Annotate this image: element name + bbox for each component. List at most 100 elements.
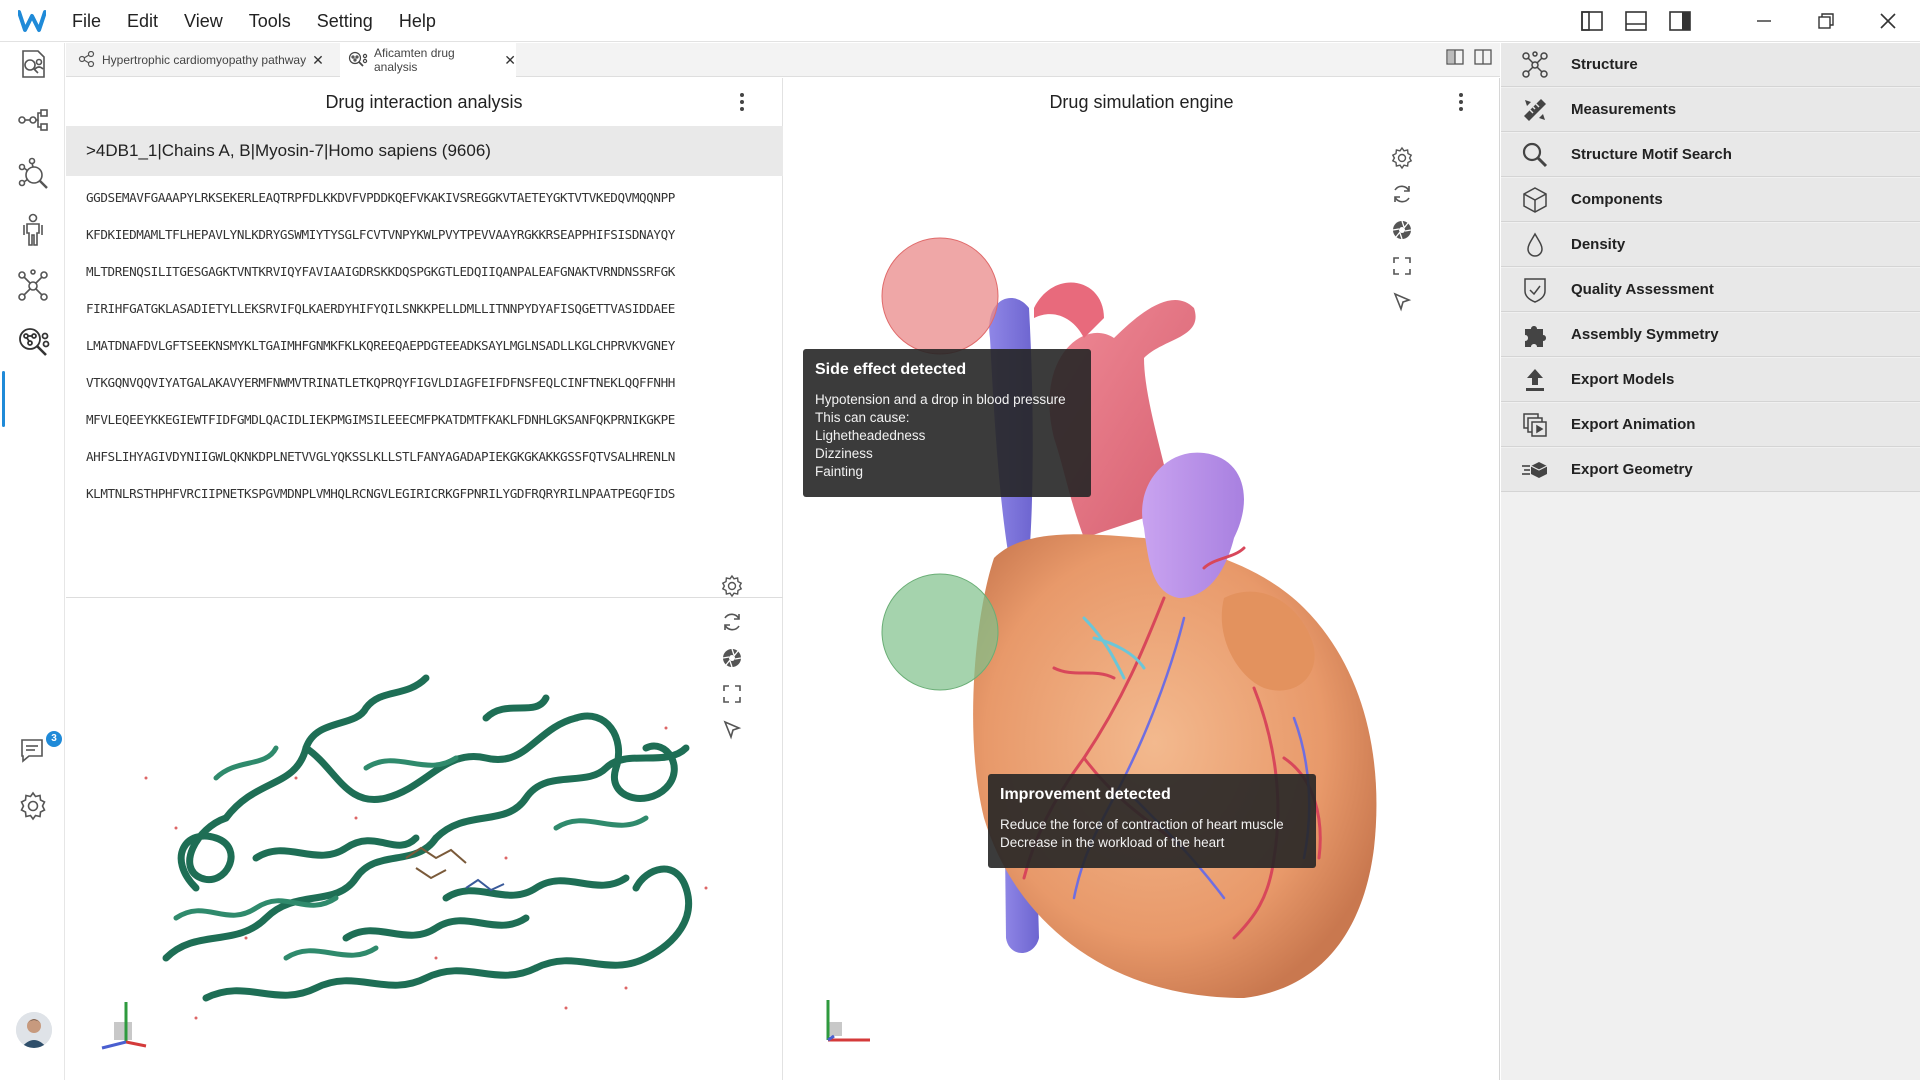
structure-label: Structure <box>1571 56 1638 73</box>
sequence-line: GGDSEMAVFGAAAPYLRKSEKERLEAQTRPFDLKKDVFVP… <box>86 190 675 205</box>
measurements-item[interactable]: Measurements <box>1501 88 1920 132</box>
menu-view[interactable]: View <box>184 11 223 32</box>
protein-3d-view[interactable] <box>106 658 746 1038</box>
human-body-icon[interactable] <box>12 209 54 251</box>
molecule-search-icon[interactable] <box>12 153 54 195</box>
more-options-icon[interactable] <box>730 90 754 114</box>
tooltip-title: Improvement detected <box>1000 786 1171 803</box>
sequence-line: MLTDRENQSILITGESGAGKTVNTKRVIQYFAVIAAIGDR… <box>86 264 675 279</box>
measurements-icon <box>1519 96 1551 124</box>
view-layout-buttons <box>1436 49 1492 70</box>
sequence-line: KFDKIEDMAMLTFLHEPAVLYNLKDRYGSWMIYTYSGLFC… <box>86 227 675 242</box>
chat-icon[interactable]: 3 <box>12 729 62 771</box>
rotate-icon[interactable] <box>1390 176 1414 212</box>
more-options-icon[interactable] <box>1449 90 1473 114</box>
structure-icon <box>1519 50 1551 79</box>
tools-panel: Structure Measurements Structure Motif S… <box>1501 43 1920 1080</box>
close-icon[interactable] <box>1870 3 1906 39</box>
tooltip-line: Lighetheadedness <box>815 428 926 443</box>
sequence-line: KLMTNLRSTHPHFVRCIIPNETKSPGVMDNPLVMHQLRCN… <box>86 486 675 501</box>
toggle-left-panel-icon[interactable] <box>1574 3 1610 39</box>
search-icon <box>1519 141 1551 169</box>
export-geometry-item[interactable]: Export Geometry <box>1501 448 1920 492</box>
tab-drug-analysis[interactable]: Aficamten drug analysis ✕ <box>340 43 516 77</box>
tooltip-line: Fainting <box>815 464 864 479</box>
avatar[interactable] <box>16 1012 52 1048</box>
settings-gear-icon[interactable] <box>12 785 54 827</box>
export-animation-label: Export Animation <box>1571 416 1696 433</box>
tab-label: Aficamten drug analysis <box>374 46 455 74</box>
structure-motif-search-item[interactable]: Structure Motif Search <box>1501 133 1920 177</box>
puzzle-icon <box>1519 321 1551 349</box>
structure-motif-search-label: Structure Motif Search <box>1571 146 1732 163</box>
gear-icon[interactable] <box>1390 140 1414 176</box>
export-models-item[interactable]: Export Models <box>1501 358 1920 402</box>
sequence-line: AHFSLIHYAGIVDYNIIGWLQKNKDPLNETVVGLYQKSSL… <box>86 449 675 464</box>
tooltip-line: Dizziness <box>815 446 873 461</box>
menu-tools[interactable]: Tools <box>249 11 291 32</box>
quality-assessment-item[interactable]: Quality Assessment <box>1501 268 1920 312</box>
restore-icon[interactable] <box>1808 3 1844 39</box>
tab-label: Hypertrophic cardiomyopathy pathway <box>102 53 307 67</box>
split-view-icon[interactable] <box>1474 49 1492 70</box>
axes-gizmo <box>96 998 160 1062</box>
assembly-symmetry-label: Assembly Symmetry <box>1571 326 1719 343</box>
quality-assessment-label: Quality Assessment <box>1571 281 1714 298</box>
menu-edit[interactable]: Edit <box>127 11 158 32</box>
sequence-line: MFVLEQEEYKKEGIEWTFIDFGMDLQACIDLIEKPMGIMS… <box>86 412 675 427</box>
menu-file[interactable]: File <box>72 11 101 32</box>
cube-icon <box>1519 186 1551 214</box>
export-animation-item[interactable]: Export Animation <box>1501 403 1920 447</box>
sequence-line: VTKGQNVQQVIYATGALAKAVYERMFNWMVTRINATLETK… <box>86 375 675 390</box>
icon-rail: 3 <box>0 43 65 1080</box>
fullscreen-icon[interactable] <box>1390 248 1414 284</box>
measurements-label: Measurements <box>1571 101 1677 118</box>
heart-3d-view[interactable] <box>784 198 1500 1058</box>
components-label: Components <box>1571 191 1663 208</box>
sequence-line: LMATDNAFDVLGFTSEEKNSMYKLTGAIMHFGNMKFKLKQ… <box>86 338 675 353</box>
toggle-right-panel-icon[interactable] <box>1662 3 1698 39</box>
active-indicator <box>2 371 5 427</box>
drug-simulation-panel: Drug simulation engine Side effect detec… <box>784 78 1500 1080</box>
close-tab-icon[interactable]: ✕ <box>312 52 324 69</box>
improvement-tooltip: Improvement detected Reduce the force of… <box>988 774 1316 868</box>
sequence-view[interactable]: GGDSEMAVFGAAAPYLRKSEKERLEAQTRPFDLKKDVFVP… <box>66 176 783 598</box>
network-icon[interactable] <box>12 265 54 307</box>
sequence-line: FIRIHFGATGKLASADIETYLLEKSRVIFQLKAERDYHIF… <box>86 301 675 316</box>
tab-pathway[interactable]: Hypertrophic cardiomyopathy pathway ✕ <box>78 43 340 77</box>
droplet-icon <box>1519 231 1551 259</box>
density-item[interactable]: Density <box>1501 223 1920 267</box>
tooltip-line: This can cause: <box>815 410 910 425</box>
close-tab-icon[interactable]: ✕ <box>504 52 516 69</box>
menu-help[interactable]: Help <box>399 11 436 32</box>
geometry-icon <box>1519 456 1551 484</box>
pathway-icon <box>78 50 96 70</box>
search-profile-icon[interactable] <box>12 43 54 85</box>
animation-icon <box>1519 411 1551 439</box>
upload-icon <box>1519 366 1551 394</box>
panel-title: Drug simulation engine <box>1049 92 1234 112</box>
export-geometry-label: Export Geometry <box>1571 461 1693 478</box>
aperture-icon[interactable] <box>1390 212 1414 248</box>
drug-interaction-panel: Drug interaction analysis >4DB1_1|Chains… <box>66 78 783 1080</box>
drug-analysis-icon[interactable] <box>12 320 54 362</box>
minimize-icon[interactable] <box>1746 3 1782 39</box>
heart-viewer-tools <box>1388 140 1416 320</box>
gear-icon[interactable] <box>720 568 744 604</box>
workflow-icon[interactable] <box>12 99 54 141</box>
chat-badge: 3 <box>46 731 62 747</box>
menu-setting[interactable]: Setting <box>317 11 373 32</box>
tooltip-title: Side effect detected <box>815 361 967 378</box>
assembly-symmetry-item[interactable]: Assembly Symmetry <box>1501 313 1920 357</box>
drug-analysis-icon <box>348 51 368 70</box>
shield-check-icon <box>1519 276 1551 304</box>
toggle-bottom-panel-icon[interactable] <box>1618 3 1654 39</box>
pointer-icon[interactable] <box>1390 284 1414 320</box>
compare-view-icon[interactable] <box>1446 49 1464 70</box>
structure-item[interactable]: Structure <box>1501 43 1920 87</box>
sequence-header: >4DB1_1|Chains A, B|Myosin-7|Homo sapien… <box>66 126 783 176</box>
app-logo <box>17 9 47 33</box>
side-effect-tooltip: Side effect detected Hypotension and a d… <box>803 349 1091 497</box>
rotate-icon[interactable] <box>720 604 744 640</box>
components-item[interactable]: Components <box>1501 178 1920 222</box>
